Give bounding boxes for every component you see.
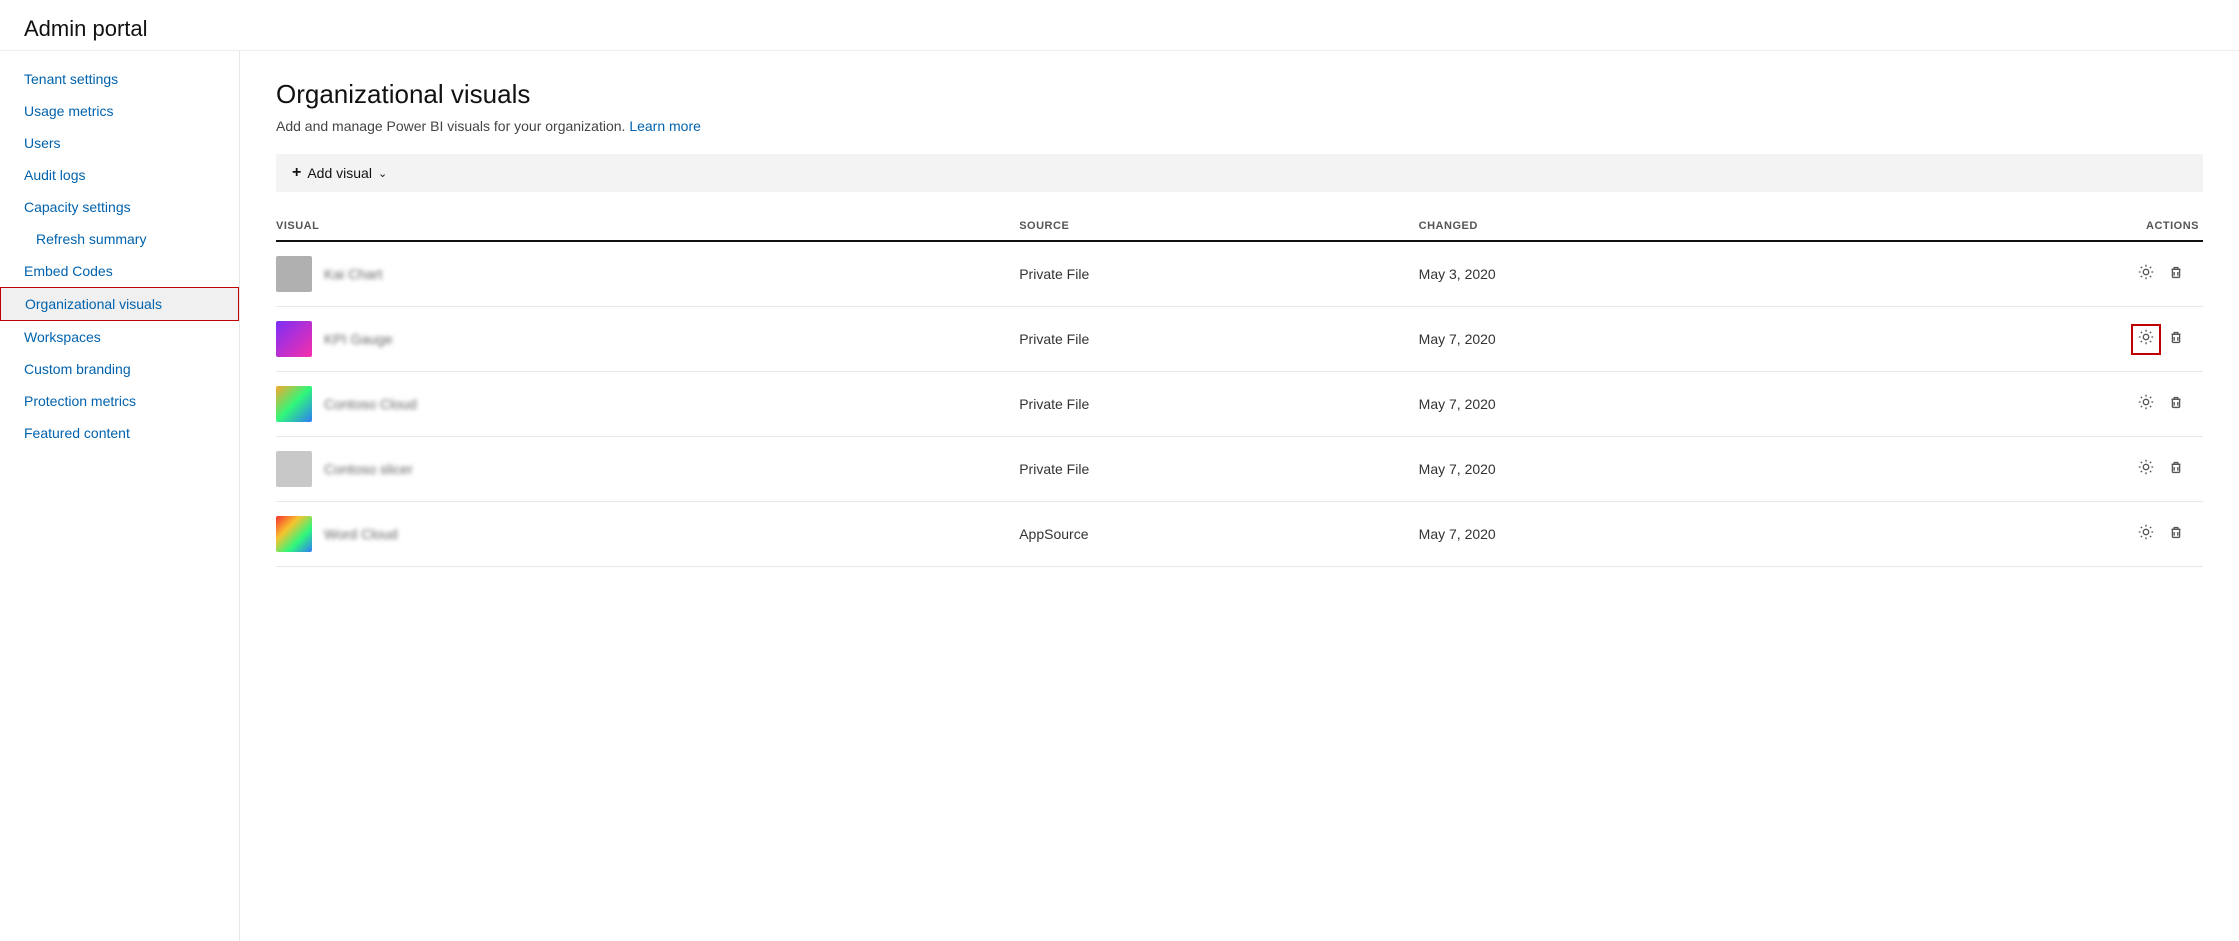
visual-cell-row-5: Word Cloud: [276, 502, 1019, 567]
source-cell-row-5: AppSource: [1019, 502, 1418, 567]
visual-thumbnail: [276, 256, 312, 292]
sidebar-item-usage-metrics[interactable]: Usage metrics: [0, 95, 239, 127]
changed-cell-row-5: May 7, 2020: [1419, 502, 1853, 567]
visual-thumbnail: [276, 386, 312, 422]
col-source: SOURCE: [1019, 212, 1418, 241]
visuals-table: VISUAL SOURCE CHANGED ACTIONS Kai Chart …: [276, 212, 2203, 567]
sidebar-item-featured-content[interactable]: Featured content: [0, 417, 239, 449]
toolbar: + Add visual ⌄: [276, 154, 2203, 192]
actions-cell-row-2: [1852, 307, 2203, 372]
visual-name: Word Cloud: [324, 526, 398, 542]
sidebar-item-tenant-settings[interactable]: Tenant settings: [0, 63, 239, 95]
sidebar-item-custom-branding[interactable]: Custom branding: [0, 353, 239, 385]
source-cell-row-3: Private File: [1019, 372, 1418, 437]
visual-cell-inner: Kai Chart: [276, 256, 1007, 292]
table-row: Contoso slicer Private FileMay 7, 2020: [276, 437, 2203, 502]
source-cell-row-2: Private File: [1019, 307, 1418, 372]
delete-button-row-5[interactable]: [2161, 519, 2191, 550]
settings-button-row-4[interactable]: [2131, 454, 2161, 485]
layout: Tenant settingsUsage metricsUsersAudit l…: [0, 51, 2239, 941]
actions-cell-row-3: [1852, 372, 2203, 437]
subtitle-text: Add and manage Power BI visuals for your…: [276, 118, 625, 134]
sidebar-item-organizational-visuals[interactable]: Organizational visuals: [0, 287, 239, 321]
plus-icon: +: [292, 164, 301, 182]
visual-name: Kai Chart: [324, 266, 382, 282]
learn-more-link[interactable]: Learn more: [629, 118, 701, 134]
add-visual-label: Add visual: [307, 165, 372, 181]
page-subtitle: Add and manage Power BI visuals for your…: [276, 118, 2203, 134]
col-changed: CHANGED: [1419, 212, 1853, 241]
visual-name: Contoso slicer: [324, 461, 413, 477]
visual-cell-row-3: Contoso Cloud: [276, 372, 1019, 437]
delete-button-row-4[interactable]: [2161, 454, 2191, 485]
visual-cell-inner: Word Cloud: [276, 516, 1007, 552]
delete-button-row-1[interactable]: [2161, 259, 2191, 290]
changed-cell-row-2: May 7, 2020: [1419, 307, 1853, 372]
visual-cell-row-2: KPI Gauge: [276, 307, 1019, 372]
table-row: KPI Gauge Private FileMay 7, 2020: [276, 307, 2203, 372]
add-visual-button[interactable]: + Add visual ⌄: [292, 164, 387, 182]
table-body: Kai Chart Private FileMay 3, 2020 KPI Ga…: [276, 241, 2203, 567]
visual-cell-inner: Contoso Cloud: [276, 386, 1007, 422]
actions-cell-row-1: [1852, 241, 2203, 307]
chevron-down-icon: ⌄: [378, 167, 387, 180]
delete-button-row-2[interactable]: [2161, 324, 2191, 355]
visual-cell-inner: Contoso slicer: [276, 451, 1007, 487]
source-cell-row-1: Private File: [1019, 241, 1418, 307]
visual-cell-inner: KPI Gauge: [276, 321, 1007, 357]
settings-button-row-1[interactable]: [2131, 259, 2161, 290]
settings-button-row-2[interactable]: [2131, 324, 2161, 355]
changed-cell-row-3: May 7, 2020: [1419, 372, 1853, 437]
table-row: Word Cloud AppSourceMay 7, 2020: [276, 502, 2203, 567]
sidebar-item-refresh-summary[interactable]: Refresh summary: [0, 223, 239, 255]
sidebar-item-audit-logs[interactable]: Audit logs: [0, 159, 239, 191]
visual-cell-row-4: Contoso slicer: [276, 437, 1019, 502]
visual-thumbnail: [276, 451, 312, 487]
actions-cell-row-4: [1852, 437, 2203, 502]
changed-cell-row-4: May 7, 2020: [1419, 437, 1853, 502]
delete-button-row-3[interactable]: [2161, 389, 2191, 420]
visual-name: Contoso Cloud: [324, 396, 417, 412]
table-row: Contoso Cloud Private FileMay 7, 2020: [276, 372, 2203, 437]
changed-cell-row-1: May 3, 2020: [1419, 241, 1853, 307]
table-row: Kai Chart Private FileMay 3, 2020: [276, 241, 2203, 307]
visual-thumbnail: [276, 516, 312, 552]
sidebar-item-workspaces[interactable]: Workspaces: [0, 321, 239, 353]
top-bar: Admin portal: [0, 0, 2239, 51]
main-content: Organizational visuals Add and manage Po…: [240, 51, 2239, 941]
visual-name: KPI Gauge: [324, 331, 393, 347]
sidebar-item-users[interactable]: Users: [0, 127, 239, 159]
sidebar-item-capacity-settings[interactable]: Capacity settings: [0, 191, 239, 223]
actions-cell-row-5: [1852, 502, 2203, 567]
col-visual: VISUAL: [276, 212, 1019, 241]
settings-button-row-3[interactable]: [2131, 389, 2161, 420]
sidebar-item-protection-metrics[interactable]: Protection metrics: [0, 385, 239, 417]
source-cell-row-4: Private File: [1019, 437, 1418, 502]
settings-button-row-5[interactable]: [2131, 519, 2161, 550]
admin-portal-title: Admin portal: [24, 16, 2215, 42]
visual-thumbnail: [276, 321, 312, 357]
sidebar: Tenant settingsUsage metricsUsersAudit l…: [0, 51, 240, 941]
table-header: VISUAL SOURCE CHANGED ACTIONS: [276, 212, 2203, 241]
col-actions: ACTIONS: [1852, 212, 2203, 241]
visual-cell-row-1: Kai Chart: [276, 241, 1019, 307]
page-title: Organizational visuals: [276, 79, 2203, 110]
sidebar-item-embed-codes[interactable]: Embed Codes: [0, 255, 239, 287]
